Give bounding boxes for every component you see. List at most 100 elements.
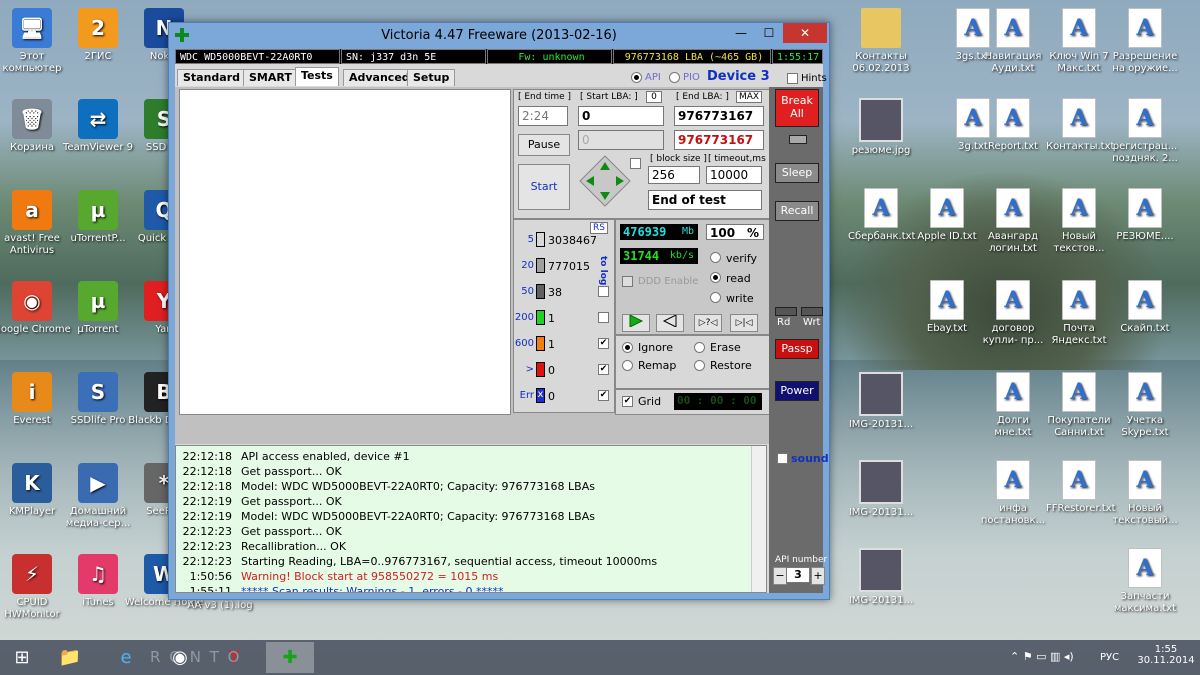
desktop-file-icon[interactable]: A Apple ID.txt bbox=[914, 188, 980, 243]
restore-label: Restore bbox=[710, 359, 752, 372]
ignore-radio[interactable] bbox=[622, 342, 633, 353]
log-scrollbar[interactable] bbox=[751, 446, 766, 592]
stat-log-checkbox[interactable]: ✔ bbox=[598, 338, 609, 349]
log-line: 22:12:23 Starting Reading, LBA=0..9767731… bbox=[180, 554, 658, 569]
tab-advanced[interactable]: Advanced bbox=[343, 69, 416, 86]
pause-button[interactable]: Pause bbox=[518, 134, 570, 156]
desktop-file-label: Долги мне.txt bbox=[994, 415, 1032, 438]
log-time: 22:12:23 bbox=[182, 555, 232, 568]
window-client: WDC WD5000BEVT-22A0RT0 SN: j337 d3n 5E F… bbox=[175, 49, 829, 593]
skip-unknown-button[interactable]: ▷?◁ bbox=[694, 314, 722, 332]
read-radio[interactable] bbox=[710, 272, 721, 283]
stat-log-checkbox[interactable]: ✔ bbox=[598, 390, 609, 401]
desktop-file-icon[interactable]: A Скайп.txt bbox=[1112, 280, 1178, 335]
end-time-field[interactable]: 2:24 bbox=[518, 106, 568, 126]
desktop-file-icon[interactable]: A Новый текстовый... bbox=[1112, 460, 1178, 527]
desktop-file-icon[interactable]: A Разрешение на оружие... bbox=[1112, 8, 1178, 75]
block-size-select[interactable]: 256 bbox=[648, 166, 700, 184]
rs-button[interactable]: RS bbox=[590, 222, 608, 234]
close-button[interactable]: ✕ bbox=[783, 23, 827, 43]
tray-clock[interactable]: 1:55 30.11.2014 bbox=[1136, 644, 1196, 666]
start-button[interactable]: ⊞ bbox=[0, 642, 44, 673]
desktop-file-label: Авангард логин.txt bbox=[987, 231, 1039, 254]
minimize-button[interactable]: — bbox=[727, 23, 755, 43]
tab-setup[interactable]: Setup bbox=[407, 69, 456, 86]
desktop-file-icon[interactable]: A Запчасти максима.txt bbox=[1112, 548, 1178, 615]
desktop-file-icon[interactable]: IMG-20131... bbox=[848, 372, 914, 431]
verify-radio[interactable] bbox=[710, 252, 721, 263]
end-lba-max-button[interactable]: MAX bbox=[736, 91, 763, 103]
text-file-icon: A bbox=[930, 280, 964, 320]
desktop-file-icon[interactable]: A Ebay.txt bbox=[914, 280, 980, 335]
desktop-icon-log[interactable]: AA v3 (1).log bbox=[180, 600, 260, 612]
stat-log-checkbox[interactable] bbox=[598, 312, 609, 323]
tab-standard[interactable]: Standard bbox=[177, 69, 247, 86]
taskbar-app-button[interactable]: e bbox=[104, 642, 148, 673]
back-button[interactable] bbox=[656, 314, 684, 332]
language-indicator[interactable]: РУС bbox=[1100, 652, 1119, 663]
taskbar-app-button[interactable]: 📁 bbox=[48, 642, 92, 673]
timeout-select[interactable]: 10000 bbox=[706, 166, 762, 184]
remap-radio[interactable] bbox=[622, 360, 633, 371]
desktop-file-icon[interactable]: A Контакты.txt bbox=[1046, 98, 1114, 153]
log-message: Get passport... OK bbox=[241, 495, 342, 508]
desktop-file-icon[interactable]: A Авангард логин.txt bbox=[980, 188, 1046, 255]
stat-log-checkbox[interactable] bbox=[598, 286, 609, 297]
text-file-icon: A bbox=[1128, 188, 1162, 228]
desktop-file-icon[interactable]: Контакты 06.02.2013 bbox=[848, 8, 914, 75]
api-decrement-button[interactable]: − bbox=[773, 567, 787, 585]
end-action-select[interactable]: End of test bbox=[648, 190, 762, 210]
ddd-checkbox[interactable] bbox=[622, 276, 633, 287]
desktop-file-icon[interactable]: A Сбербанк.txt bbox=[848, 188, 915, 243]
tab-tests[interactable]: Tests bbox=[295, 67, 339, 86]
play-button[interactable] bbox=[622, 314, 650, 332]
desktop-file-icon[interactable]: A Покупатели Санни.txt bbox=[1046, 372, 1112, 439]
end-lba-field-2[interactable]: 976773167 bbox=[674, 130, 764, 150]
desktop-file-icon[interactable]: A РЕЗЮМЕ.... bbox=[1112, 188, 1178, 243]
stat-log-checkbox[interactable]: ✔ bbox=[598, 364, 609, 375]
desktop-file-icon[interactable]: Aинфа постановк... bbox=[980, 460, 1046, 527]
restore-radio[interactable] bbox=[694, 360, 705, 371]
desktop-file-icon[interactable]: A Учетка Skype.txt bbox=[1112, 372, 1178, 439]
desktop-file-icon[interactable]: IMG-20131... bbox=[848, 548, 914, 607]
desktop-file-icon[interactable]: A Долги мне.txt bbox=[980, 372, 1046, 439]
stat-count: 1 bbox=[548, 312, 555, 325]
desktop-file-icon[interactable]: A Навигация Ауди.txt bbox=[980, 8, 1046, 75]
start-button[interactable]: Start bbox=[518, 164, 570, 210]
sleep-button[interactable]: Sleep bbox=[775, 163, 819, 183]
desktop-file-icon[interactable]: A Новый текстов... bbox=[1046, 188, 1112, 255]
grid-checkbox[interactable]: ✔ bbox=[622, 396, 633, 407]
power-button[interactable]: Power bbox=[775, 381, 819, 401]
passp-button[interactable]: Passp bbox=[775, 339, 819, 359]
write-radio[interactable] bbox=[710, 292, 721, 303]
direction-pad-icon[interactable] bbox=[578, 154, 632, 208]
sound-checkbox[interactable] bbox=[777, 453, 788, 464]
pad-checkbox[interactable] bbox=[630, 158, 641, 169]
desktop-file-icon[interactable]: IMG-20131... bbox=[848, 460, 914, 519]
pio-radio[interactable] bbox=[669, 72, 680, 83]
api-number-field[interactable]: 3 bbox=[786, 567, 810, 583]
progress-group: 476939 Mb 100 % 31744 kb/s verify read D… bbox=[615, 219, 770, 335]
hints-checkbox[interactable] bbox=[787, 73, 798, 84]
api-radio[interactable] bbox=[631, 72, 642, 83]
desktop-file-icon[interactable]: A Почта Яндекс.txt bbox=[1046, 280, 1112, 347]
tray-icons[interactable]: ⌃ ⚑ ▭ ▥ ◂) bbox=[1010, 650, 1074, 663]
maximize-button[interactable]: ☐ bbox=[755, 23, 783, 43]
erase-radio[interactable] bbox=[694, 342, 705, 353]
break-all-button[interactable]: Break All bbox=[775, 89, 819, 127]
desktop-file-icon[interactable]: A FFRestorer.txt bbox=[1046, 460, 1116, 515]
desktop-file-icon[interactable]: A Ключ Win 7 Макс.txt bbox=[1046, 8, 1112, 75]
tab-smart[interactable]: SMART bbox=[243, 69, 298, 86]
recall-button[interactable]: Recall bbox=[775, 201, 819, 221]
end-lba-field[interactable]: 976773167 bbox=[674, 106, 764, 126]
play-icon bbox=[629, 314, 644, 328]
desktop-file-icon[interactable]: резюме.jpg bbox=[848, 98, 914, 157]
end-button[interactable]: ▷|◁ bbox=[730, 314, 758, 332]
title-bar[interactable]: Victoria 4.47 Freeware (2013-02-16) — ☐ … bbox=[169, 23, 829, 49]
desktop-file-icon[interactable]: Aдоговор купли- пр... bbox=[980, 280, 1046, 347]
taskbar-app-button[interactable]: ✚ bbox=[266, 642, 314, 673]
api-increment-button[interactable]: + bbox=[811, 567, 825, 585]
desktop-file-icon[interactable]: A Report.txt bbox=[980, 98, 1046, 153]
start-lba-field[interactable]: 0 bbox=[578, 106, 664, 126]
desktop-file-icon[interactable]: Aрегистрац... поздняк. 2... bbox=[1112, 98, 1178, 165]
